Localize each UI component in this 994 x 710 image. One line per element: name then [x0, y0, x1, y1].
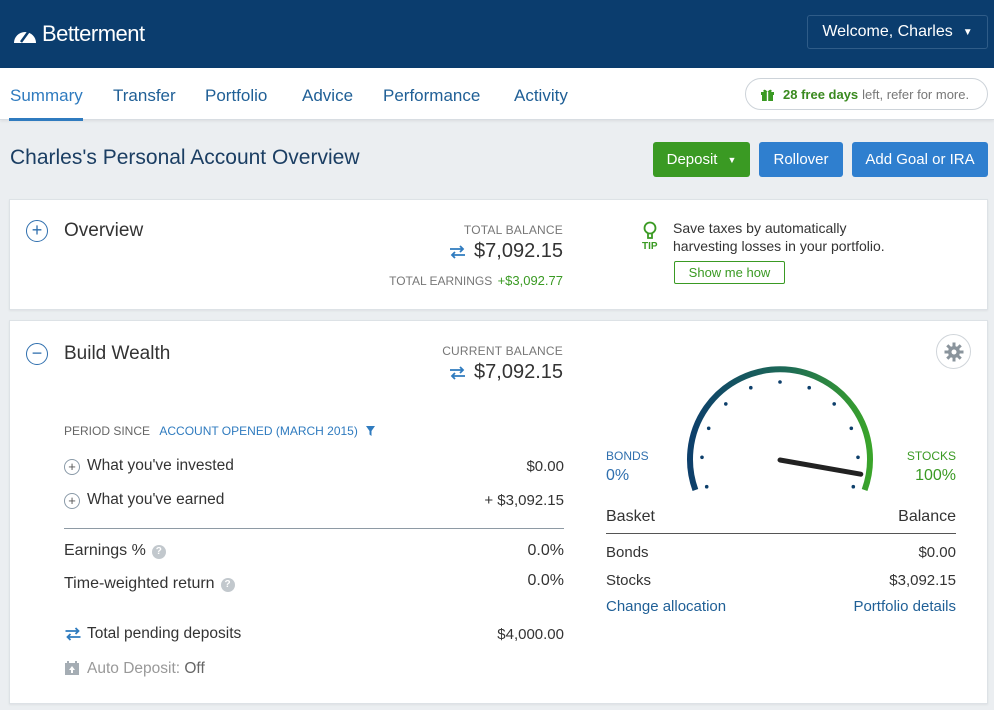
pending-deposits-label: Total pending deposits: [87, 625, 242, 642]
collapse-build-wealth-button[interactable]: −: [26, 343, 48, 365]
gauge-tick: [706, 426, 711, 431]
gauge-tick: [849, 426, 854, 431]
twr-row: Time-weighted return?: [64, 575, 235, 593]
earned-value: + $3,092.15: [484, 492, 564, 509]
invested-label: What you've invested: [87, 457, 234, 474]
twr-value: 0.0%: [527, 572, 564, 589]
referral-promo-button[interactable]: 28 free days left, refer for more.: [745, 78, 988, 110]
allocation-gauge: [687, 366, 873, 492]
caret-down-icon: ▼: [962, 26, 973, 38]
stocks-gauge-label: STOCKS: [906, 449, 956, 463]
welcome-menu-button[interactable]: Welcome, Charles ▼: [807, 15, 988, 49]
total-earnings: TOTAL EARNINGS +$3,092.77: [380, 273, 563, 288]
tab-activity[interactable]: Activity: [514, 86, 568, 106]
pending-deposits-value: $4,000.00: [497, 626, 564, 643]
promo-days: 28 free days: [783, 86, 859, 102]
tab-advice[interactable]: Advice: [302, 86, 353, 106]
total-balance-value: $7,092.15: [474, 240, 563, 262]
table-row-bonds-name: Bonds: [606, 544, 649, 561]
earnings-pct-value: 0.0%: [527, 542, 564, 559]
logo-text: Betterment: [42, 21, 145, 46]
change-allocation-link[interactable]: Change allocation: [606, 598, 726, 615]
tip-label: TIP: [642, 241, 658, 252]
gauge-tick: [749, 385, 753, 390]
betterment-logo[interactable]: Betterment: [12, 20, 145, 48]
tab-performance[interactable]: Performance: [383, 86, 480, 106]
period-dropdown[interactable]: ACCOUNT OPENED (MARCH 2015): [159, 424, 357, 438]
show-me-how-button[interactable]: Show me how: [674, 261, 785, 284]
portfolio-details-link[interactable]: Portfolio details: [826, 598, 956, 615]
logo-icon: [14, 30, 36, 43]
auto-deposit-row[interactable]: Auto Deposit: Off: [87, 660, 205, 678]
tab-portfolio[interactable]: Portfolio: [205, 86, 267, 106]
deposit-label: Deposit: [666, 151, 718, 168]
table-row-stocks-name: Stocks: [606, 572, 652, 589]
gauge-tick: [724, 402, 728, 406]
total-earnings-value: +$3,092.77: [497, 273, 563, 288]
lightbulb-icon: [643, 221, 657, 239]
bonds-gauge-pct: 0%: [606, 467, 630, 484]
total-balance-label: TOTAL BALANCE: [463, 223, 563, 237]
earnings-pct-label: Earnings %: [64, 542, 146, 559]
build-wealth-title: Build Wealth: [64, 343, 171, 364]
table-row-stocks-value: $3,092.15: [889, 572, 956, 589]
auto-deposit-label: Auto Deposit:: [87, 660, 181, 677]
deposit-button[interactable]: Deposit ▼: [653, 142, 750, 177]
transfer-arrows-icon: [65, 627, 81, 641]
page-title: Charles's Personal Account Overview: [10, 146, 360, 169]
add-goal-button[interactable]: Add Goal or IRA: [852, 142, 988, 177]
expand-earned-button[interactable]: +: [64, 493, 80, 509]
gauge-tick: [832, 402, 836, 406]
gauge-needle: [777, 457, 864, 477]
gauge-tick: [778, 380, 782, 384]
stocks-gauge-pct: 100%: [915, 467, 956, 484]
total-earnings-label: TOTAL EARNINGS: [389, 274, 493, 288]
current-balance-label: CURRENT BALANCE: [442, 344, 563, 358]
period-label: PERIOD SINCE: [64, 424, 151, 438]
filter-icon[interactable]: [366, 426, 376, 436]
bonds-gauge-label: BONDS: [606, 449, 649, 463]
auto-deposit-value: Off: [184, 660, 205, 677]
help-icon[interactable]: ?: [151, 545, 166, 559]
overview-title: Overview: [64, 220, 144, 241]
expand-invested-button[interactable]: +: [64, 459, 80, 475]
gauge-tick: [704, 484, 709, 489]
total-balance: $7,092.15: [430, 240, 563, 263]
calendar-icon: [65, 661, 79, 675]
tip-text: Save taxes by automatically harvesting l…: [673, 220, 885, 254]
settings-gear-button[interactable]: [936, 334, 971, 369]
gauge-tick: [700, 455, 704, 460]
gift-icon: [761, 89, 774, 101]
promo-text: left, refer for more.: [862, 86, 970, 102]
rollover-button[interactable]: Rollover: [759, 142, 843, 177]
gear-icon: [944, 342, 963, 361]
welcome-label: Welcome, Charles: [822, 23, 953, 40]
gauge-tick: [807, 385, 811, 390]
table-divider: [606, 533, 956, 534]
tab-transfer[interactable]: Transfer: [113, 86, 176, 106]
gauge-tick: [851, 484, 856, 489]
earnings-pct-row: Earnings %?: [64, 542, 166, 560]
earned-label: What you've earned: [87, 491, 225, 508]
table-row-bonds-value: $0.00: [918, 544, 956, 561]
divider: [64, 528, 564, 529]
tab-summary[interactable]: Summary: [10, 86, 83, 106]
help-icon[interactable]: ?: [220, 578, 235, 592]
gauge-tick: [856, 455, 860, 460]
twr-label: Time-weighted return: [64, 575, 215, 592]
active-tab-indicator: [9, 118, 83, 121]
current-balance: $7,092.15: [430, 361, 563, 384]
expand-overview-button[interactable]: +: [26, 220, 48, 242]
period-selector: PERIOD SINCE ACCOUNT OPENED (MARCH 2015): [64, 424, 376, 438]
caret-down-icon: ▼: [727, 154, 737, 165]
top-header: Betterment Welcome, Charles ▼: [0, 0, 994, 68]
current-balance-value: $7,092.15: [474, 361, 563, 383]
transfer-arrows-icon: [450, 244, 466, 259]
transfer-arrows-icon: [450, 365, 466, 380]
balance-header: Balance: [898, 508, 956, 525]
basket-header: Basket: [606, 508, 655, 525]
invested-value: $0.00: [526, 458, 564, 475]
